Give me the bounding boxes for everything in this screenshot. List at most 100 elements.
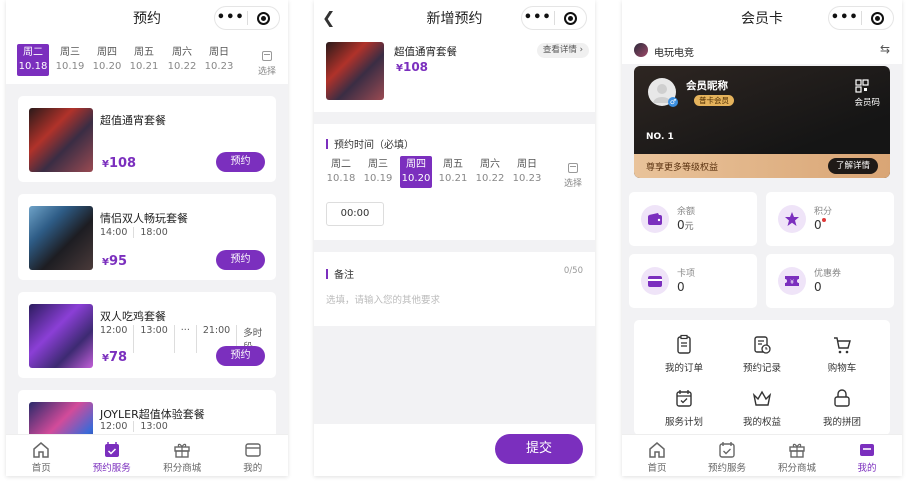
date-item[interactable]: 周日 10.23 <box>511 156 543 188</box>
time-slots: 14:00 18:00 <box>100 227 168 238</box>
date-item[interactable]: 周四 10.20 <box>400 156 432 188</box>
member-card-screen: 会员卡 ••• 电玩电竞 ⇆ ♂ 会员昵称 普卡会员 会员码 NO. 1 尊享更… <box>622 0 902 476</box>
gender-male-icon: ♂ <box>668 97 678 107</box>
book-button[interactable]: 预约 <box>216 346 265 366</box>
booking-list-screen: 预约 ••• 周二 10.18 周三 10.19 周四 10.20 周五 10.21 周… <box>6 0 288 476</box>
remark-label: 备注 <box>326 266 354 281</box>
package-card[interactable]: 双人吃鸡套餐 12:0013:00···21:00多时段 ¥78 预约 <box>18 292 276 378</box>
package-card[interactable]: 超值通宵套餐 ¥108 预约 <box>18 96 276 182</box>
qrcode-icon <box>855 79 869 93</box>
remark-input[interactable]: 选填，请输入您的其他要求 <box>326 292 440 306</box>
home-icon <box>649 442 665 458</box>
time-slot-chip[interactable]: 00:00 <box>326 202 384 226</box>
date-item[interactable]: 周三 10.19 <box>362 156 394 188</box>
date-item[interactable]: 周三 10.19 <box>54 44 86 76</box>
date-picker-button[interactable]: 选择 <box>254 48 280 79</box>
tab-points-mall[interactable]: 积分商城 <box>762 435 832 476</box>
submit-button[interactable]: 提交 <box>495 434 583 464</box>
member-code-button[interactable] <box>850 78 874 97</box>
group-buy-item[interactable]: 我的拼团 <box>810 388 874 428</box>
view-details-button[interactable]: 查看详情 › <box>536 43 589 58</box>
gift-icon <box>789 443 805 458</box>
tab-bar: 首页 预约服务 积分商城 我的 <box>622 434 902 476</box>
package-price: ¥78 <box>102 350 128 365</box>
date-picker-button[interactable]: 选择 <box>560 160 586 191</box>
my-benefits-item[interactable]: 我的权益 <box>730 388 794 428</box>
back-icon[interactable]: ❮ <box>322 8 335 27</box>
cart-icon <box>834 337 851 354</box>
switch-store-icon[interactable]: ⇆ <box>880 42 890 56</box>
remark-section: 备注 0/50 选填，请输入您的其他要求 <box>314 252 595 326</box>
more-icon[interactable]: ••• <box>215 7 247 29</box>
tab-booking[interactable]: 预约服务 <box>692 435 762 476</box>
card-items-card[interactable]: 卡项 0 <box>629 254 757 308</box>
card-icon <box>245 443 261 457</box>
my-orders-item[interactable]: 我的订单 <box>652 334 716 374</box>
calendar-check-icon <box>104 442 119 457</box>
date-item[interactable]: 周六 10.22 <box>474 156 506 188</box>
remark-counter: 0/50 <box>563 266 583 276</box>
date-item[interactable]: 周五 10.21 <box>128 44 160 76</box>
package-name: 情侣双人畅玩套餐 <box>100 212 188 225</box>
book-button[interactable]: 预约 <box>216 152 265 172</box>
package-card[interactable]: 情侣双人畅玩套餐 14:00 18:00 ¥95 预约 <box>18 194 276 280</box>
member-card-footer: 尊享更多等级权益 了解详情 <box>634 154 890 178</box>
points-card[interactable]: 积分 0 <box>766 192 894 246</box>
crown-icon <box>752 390 772 406</box>
date-item[interactable]: 周二 10.18 <box>17 44 49 76</box>
package-image <box>29 206 93 270</box>
member-level-badge: 普卡会员 <box>694 95 734 106</box>
product-price: ¥108 <box>396 60 429 74</box>
avatar: ♂ <box>648 78 678 107</box>
svg-text:¥: ¥ <box>790 279 794 286</box>
package-name: 双人吃鸡套餐 <box>100 310 166 323</box>
tab-booking[interactable]: 预约服务 <box>77 435 148 476</box>
service-plan-item[interactable]: 服务计划 <box>652 388 716 428</box>
balance-card[interactable]: 余额 0元 <box>629 192 757 246</box>
store-name: 电玩电竞 <box>654 48 694 59</box>
service-grid: 我的订单 预约记录 购物车 服务计划 我的权益 我的拼团 <box>634 320 890 435</box>
top-bar: 预约 ••• <box>6 0 288 36</box>
tab-mine[interactable]: 我的 <box>832 435 902 476</box>
package-image <box>29 304 93 368</box>
page-title: 新增预约 <box>426 11 483 27</box>
booking-records-item[interactable]: 预约记录 <box>730 334 794 374</box>
tab-mine[interactable]: 我的 <box>218 435 289 476</box>
mini-program-capsule: ••• <box>214 6 280 30</box>
date-item[interactable]: 周六 10.22 <box>166 44 198 76</box>
clipboard-icon <box>677 334 691 354</box>
member-card: ♂ 会员昵称 普卡会员 会员码 NO. 1 尊享更多等级权益 了解详情 <box>634 66 890 178</box>
red-dot-indicator <box>821 218 826 222</box>
more-icon[interactable]: ••• <box>522 7 554 29</box>
mini-program-capsule: ••• <box>521 6 587 30</box>
tab-home[interactable]: 首页 <box>6 435 77 476</box>
more-icon[interactable]: ••• <box>829 7 861 29</box>
close-app-icon[interactable] <box>554 11 586 25</box>
close-app-icon[interactable] <box>247 11 279 25</box>
star-icon <box>778 205 806 233</box>
coupon-card[interactable]: ¥ 优惠券 0 <box>766 254 894 308</box>
card-icon <box>641 267 669 295</box>
mini-program-capsule: ••• <box>828 6 894 30</box>
close-app-icon[interactable] <box>861 11 893 25</box>
top-bar: 会员卡 ••• <box>622 0 902 36</box>
record-icon <box>754 336 771 354</box>
book-button[interactable]: 预约 <box>216 250 265 270</box>
new-booking-screen: ❮ 新增预约 ••• 超值通宵套餐 ¥108 查看详情 › 预约时间（必填） 周… <box>314 0 595 476</box>
package-name: 超值通宵套餐 <box>100 114 166 127</box>
member-code-label: 会员码 <box>854 98 880 108</box>
date-item[interactable]: 周二 10.18 <box>325 156 357 188</box>
calendar-check-icon <box>719 442 735 458</box>
card-icon <box>860 444 874 456</box>
tab-points-mall[interactable]: 积分商城 <box>147 435 218 476</box>
bottom-action-bar: 提交 <box>314 424 595 476</box>
date-item[interactable]: 周日 10.23 <box>203 44 235 76</box>
tab-home[interactable]: 首页 <box>622 435 692 476</box>
learn-more-button[interactable]: 了解详情 <box>827 158 878 174</box>
store-bar: 电玩电竞 ⇆ <box>622 36 902 64</box>
date-item[interactable]: 周五 10.21 <box>437 156 469 188</box>
date-item[interactable]: 周四 10.20 <box>91 44 123 76</box>
shopping-cart-item[interactable]: 购物车 <box>810 334 874 374</box>
top-bar: ❮ 新增预约 ••• <box>314 0 595 36</box>
calendar-icon <box>262 51 272 61</box>
